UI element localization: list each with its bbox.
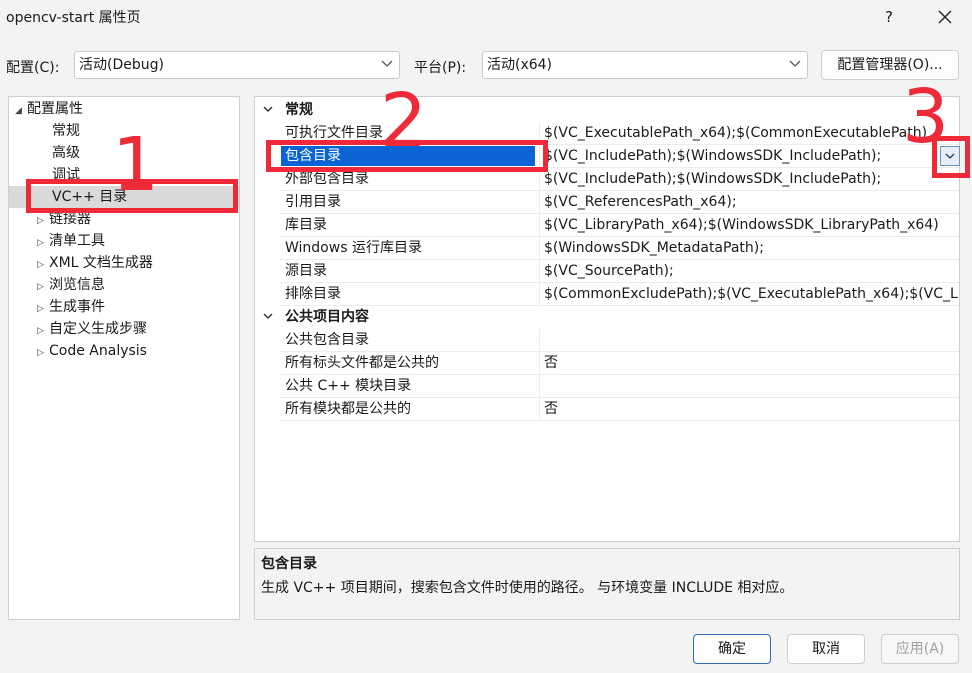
property-row[interactable]: Windows 运行库目录 $(WindowsSDK_MetadataPath)… (279, 237, 959, 260)
expand-triangle-icon: ▷ (37, 326, 44, 336)
property-value[interactable]: 否 (539, 352, 959, 374)
close-icon (938, 10, 952, 24)
annotation-number-3: 3 (902, 74, 950, 160)
category-public-project-content[interactable]: 公共项目内容 (255, 306, 959, 328)
title-bar: opencv-start 属性页 ? (0, 0, 972, 34)
tree-item-build-events[interactable]: ▷ 生成事件 (37, 296, 105, 318)
tree-item-manifest-tool[interactable]: ▷ 清单工具 (37, 230, 105, 252)
expand-triangle-icon: ▷ (37, 238, 44, 248)
tree-root[interactable]: ◢ 配置属性 (15, 98, 83, 120)
expand-triangle-icon: ▷ (37, 282, 44, 292)
property-name: 公共 C++ 模块目录 (285, 378, 412, 394)
property-row[interactable]: 引用目录 $(VC_ReferencesPath_x64); (279, 191, 959, 214)
property-name: 所有标头文件都是公共的 (285, 355, 439, 371)
config-value: 活动(Debug) (79, 57, 164, 73)
property-name: 源目录 (285, 263, 327, 279)
tree-item-advanced[interactable]: 高级 (52, 142, 80, 164)
description-text: 生成 VC++ 项目期间，搜索包含文件时使用的路径。 与环境变量 INCLUDE… (261, 580, 794, 596)
description-title: 包含目录 (261, 556, 317, 572)
property-row[interactable]: 所有标头文件都是公共的 否 (279, 352, 959, 375)
chevron-down-icon (381, 60, 393, 67)
property-value[interactable]: 否 (539, 398, 959, 420)
platform-dropdown[interactable]: 活动(x64) (482, 51, 808, 79)
annotation-number-2: 2 (380, 78, 428, 164)
property-value[interactable]: $(VC_ReferencesPath_x64); (539, 191, 959, 213)
tree-item-general[interactable]: 常规 (52, 120, 80, 142)
chevron-down-icon (263, 106, 273, 112)
tree-item-xml-doc-generator[interactable]: ▷ XML 文档生成器 (37, 252, 153, 274)
tree-item-browse-info[interactable]: ▷ 浏览信息 (37, 274, 105, 296)
help-button[interactable]: ? (876, 4, 902, 30)
property-value[interactable]: $(VC_IncludePath);$(WindowsSDK_IncludePa… (539, 145, 959, 167)
tree-item-code-analysis[interactable]: ▷ Code Analysis (37, 340, 147, 362)
chevron-down-icon (789, 60, 801, 67)
property-value[interactable]: $(CommonExcludePath);$(VC_ExecutablePath… (539, 283, 959, 305)
property-value[interactable]: $(VC_ExecutablePath_x64);$(CommonExecuta… (539, 122, 959, 144)
property-row[interactable]: 所有模块都是公共的 否 (279, 398, 959, 421)
ok-button[interactable]: 确定 (693, 634, 771, 664)
property-row[interactable]: 公共 C++ 模块目录 (279, 375, 959, 398)
platform-value: 活动(x64) (487, 57, 553, 73)
expand-triangle-icon: ▷ (37, 216, 44, 226)
annotation-number-1: 1 (112, 122, 160, 208)
expand-triangle-icon: ▷ (37, 304, 44, 314)
property-row[interactable]: 排除目录 $(CommonExcludePath);$(VC_Executabl… (279, 283, 959, 306)
property-name: 引用目录 (285, 194, 341, 210)
description-pane: 包含目录 生成 VC++ 项目期间，搜索包含文件时使用的路径。 与环境变量 IN… (254, 548, 960, 620)
config-label: 配置(C): (6, 60, 60, 76)
window-title: opencv-start 属性页 (6, 10, 141, 26)
property-name: 公共包含目录 (285, 332, 369, 348)
property-name: 库目录 (285, 217, 327, 233)
cancel-button[interactable]: 取消 (787, 634, 865, 664)
property-value[interactable]: $(WindowsSDK_MetadataPath); (539, 237, 959, 259)
property-name: Windows 运行库目录 (285, 240, 422, 256)
tree-item-custom-build-step[interactable]: ▷ 自定义生成步骤 (37, 318, 147, 340)
collapse-triangle-icon: ◢ (15, 106, 22, 116)
chevron-down-icon (263, 313, 273, 319)
close-button[interactable] (929, 4, 961, 30)
property-value[interactable] (539, 375, 959, 397)
expand-triangle-icon: ▷ (37, 348, 44, 358)
property-value[interactable]: $(VC_SourcePath); (539, 260, 959, 282)
apply-button[interactable]: 应用(A) (881, 634, 959, 664)
property-row[interactable]: 库目录 $(VC_LibraryPath_x64);$(WindowsSDK_L… (279, 214, 959, 237)
config-dropdown[interactable]: 活动(Debug) (74, 51, 400, 79)
platform-label: 平台(P): (414, 60, 467, 76)
property-value[interactable]: $(VC_LibraryPath_x64);$(WindowsSDK_Libra… (539, 214, 959, 236)
expand-triangle-icon: ▷ (37, 260, 44, 270)
category-general[interactable]: 常规 (255, 99, 959, 121)
property-row[interactable]: 源目录 $(VC_SourcePath); (279, 260, 959, 283)
property-value[interactable]: $(VC_IncludePath);$(WindowsSDK_IncludePa… (539, 168, 959, 190)
property-value[interactable] (539, 329, 959, 351)
property-row[interactable]: 公共包含目录 (279, 329, 959, 352)
property-name: 所有模块都是公共的 (285, 401, 411, 417)
property-name: 排除目录 (285, 286, 341, 302)
